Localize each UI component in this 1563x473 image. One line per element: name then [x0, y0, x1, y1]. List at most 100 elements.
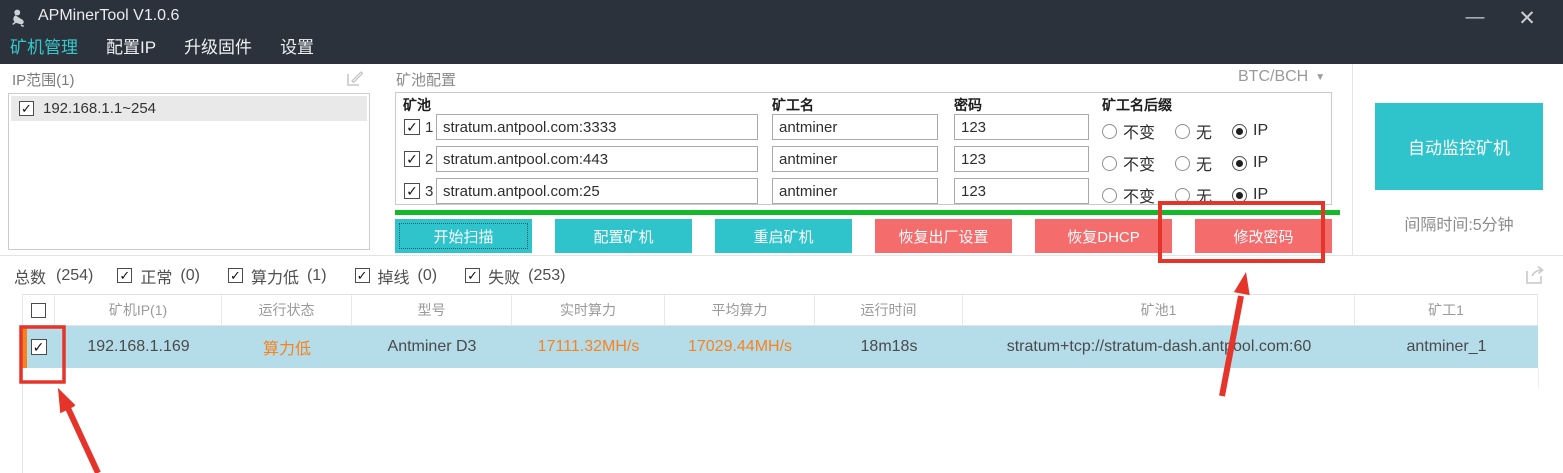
panel-divider — [1352, 64, 1353, 255]
pool1-suffix-unchanged[interactable]: 不变 — [1102, 119, 1155, 143]
pool3-worker-input[interactable] — [772, 178, 938, 204]
select-all-checkbox[interactable] — [31, 302, 46, 318]
table-row[interactable]: 192.168.1.169 算力低 Antminer D3 17111.32MH… — [22, 326, 1538, 368]
edit-ip-range-icon[interactable] — [346, 69, 364, 87]
header-avg-hashrate[interactable]: 平均算力 — [665, 295, 815, 325]
titlebar: APMinerTool V1.0.6 — ✕ — [0, 0, 1563, 36]
pool1-worker-input[interactable] — [772, 114, 938, 140]
filter-low-hashrate-count: (1) — [306, 266, 327, 284]
filter-failed[interactable]: 失败 (253) — [465, 264, 565, 288]
miners-table: 矿机IP(1) 运行状态 型号 实时算力 平均算力 运行时间 矿池1 矿工1 1… — [22, 294, 1538, 368]
pool3-suffix-ip[interactable]: IP — [1232, 186, 1268, 204]
header-worker1[interactable]: 矿工1 — [1355, 295, 1538, 325]
suffix-none-label: 无 — [1196, 125, 1213, 142]
radio-selected-icon[interactable] — [1232, 187, 1248, 203]
filter-normal[interactable]: 正常 (0) — [117, 264, 200, 288]
radio-icon[interactable] — [1102, 123, 1117, 139]
filter-failed-label: 失败 — [488, 269, 521, 287]
filter-offline-count: (0) — [417, 266, 438, 284]
pool-row-3: 3 不变 无 IP — [396, 178, 1333, 207]
pool1-url-input[interactable] — [436, 114, 758, 140]
menu-miner-management[interactable]: 矿机管理 — [10, 36, 78, 60]
select-all-header[interactable] — [22, 295, 55, 325]
pool1-suffix-none[interactable]: 无 — [1175, 119, 1212, 143]
pool2-suffix-ip[interactable]: IP — [1232, 154, 1268, 172]
pool2-url-input[interactable] — [436, 146, 758, 172]
reboot-miner-button[interactable]: 重启矿机 — [715, 219, 852, 253]
pool2-password-input[interactable] — [954, 146, 1089, 172]
pool-row-1: 1 不变 无 IP — [396, 114, 1333, 143]
factory-reset-button[interactable]: 恢复出厂设置 — [875, 219, 1012, 253]
header-miner-ip[interactable]: 矿机IP(1) — [55, 295, 222, 325]
filter-low-hashrate[interactable]: 算力低 (1) — [227, 264, 327, 288]
menu-settings[interactable]: 设置 — [280, 36, 314, 60]
row-status-accent — [22, 326, 27, 368]
radio-selected-icon[interactable] — [1232, 155, 1248, 171]
filter-low-hashrate-checkbox[interactable] — [227, 268, 243, 283]
pool-column-header: 矿池 — [403, 97, 431, 113]
cell-worker1: antminer_1 — [1406, 338, 1487, 355]
cell-realtime-hashrate: 17111.32MH/s — [537, 338, 640, 355]
pool3-suffix-unchanged[interactable]: 不变 — [1102, 183, 1155, 207]
ip-range-item[interactable]: 192.168.1.1~254 — [11, 96, 367, 121]
radio-icon[interactable] — [1102, 187, 1117, 203]
radio-icon[interactable] — [1102, 155, 1117, 171]
pool2-suffix-none[interactable]: 无 — [1175, 151, 1212, 175]
header-model[interactable]: 型号 — [352, 295, 512, 325]
cell-avg-hashrate: 17029.44MH/s — [687, 338, 793, 355]
chevron-down-icon: ▼ — [1315, 71, 1326, 83]
header-pool1[interactable]: 矿池1 — [963, 295, 1355, 325]
filter-normal-checkbox[interactable] — [117, 268, 133, 283]
radio-icon[interactable] — [1175, 187, 1191, 203]
pool2-checkbox[interactable] — [404, 151, 420, 167]
app-logo-icon — [12, 9, 24, 27]
filter-offline[interactable]: 掉线 (0) — [354, 264, 438, 288]
pool2-index: 2 — [425, 151, 434, 168]
ip-range-label: IP范围(1) — [12, 72, 75, 89]
auto-monitor-button[interactable]: 自动监控矿机 — [1375, 103, 1543, 190]
pool-config-title: 矿池配置 — [396, 72, 457, 89]
pool2-suffix-unchanged[interactable]: 不变 — [1102, 151, 1155, 175]
row-checkbox[interactable] — [30, 339, 47, 355]
pool3-checkbox[interactable] — [404, 183, 420, 199]
radio-icon[interactable] — [1175, 123, 1191, 139]
pool1-password-input[interactable] — [954, 114, 1089, 140]
suffix-ip-label: IP — [1253, 122, 1269, 139]
worker-column-header: 矿工名 — [772, 97, 814, 113]
total-label: 总数 — [14, 269, 47, 287]
header-uptime[interactable]: 运行时间 — [815, 295, 963, 325]
ip-range-checkbox[interactable] — [19, 101, 34, 116]
action-button-row: 开始扫描 配置矿机 重启矿机 恢复出厂设置 恢复DHCP 修改密码 — [395, 219, 1332, 253]
suffix-none-label: 无 — [1196, 157, 1213, 174]
export-icon[interactable] — [1523, 263, 1547, 287]
pool1-suffix-ip[interactable]: IP — [1232, 122, 1268, 140]
cell-model: Antminer D3 — [387, 338, 477, 355]
change-password-button[interactable]: 修改密码 — [1195, 219, 1332, 253]
radio-icon[interactable] — [1175, 155, 1191, 171]
table-right-border — [1538, 368, 1539, 388]
start-scan-button[interactable]: 开始扫描 — [395, 219, 532, 253]
pool1-checkbox[interactable] — [404, 119, 420, 135]
pool-config-box: 矿池 矿工名 密码 矿工名后缀 1 不变 无 IP 2 — [395, 92, 1333, 207]
filter-bar: 总数 (254) 正常 (0) 算力低 (1) 掉线 (0) 失败 (253) — [0, 257, 1563, 294]
pool3-password-input[interactable] — [954, 178, 1089, 204]
password-column-header: 密码 — [954, 97, 982, 113]
coin-selector[interactable]: BTC/BCH ▼ — [1238, 68, 1338, 86]
pool2-worker-input[interactable] — [772, 146, 938, 172]
minimize-button[interactable]: — — [1453, 2, 1497, 34]
pool3-suffix-none[interactable]: 无 — [1175, 183, 1212, 207]
configure-miner-button[interactable]: 配置矿机 — [555, 219, 692, 253]
header-run-status[interactable]: 运行状态 — [222, 295, 352, 325]
menu-upgrade-firmware[interactable]: 升级固件 — [184, 36, 252, 60]
suffix-none-label: 无 — [1196, 189, 1213, 206]
restore-dhcp-button[interactable]: 恢复DHCP — [1035, 219, 1172, 253]
close-button[interactable]: ✕ — [1505, 2, 1549, 34]
pool3-url-input[interactable] — [436, 178, 758, 204]
menu-configure-ip[interactable]: 配置IP — [106, 36, 156, 60]
suffix-column-header: 矿工名后缀 — [1102, 97, 1172, 113]
header-realtime-hashrate[interactable]: 实时算力 — [512, 295, 665, 325]
filter-failed-checkbox[interactable] — [465, 268, 481, 283]
radio-selected-icon[interactable] — [1232, 123, 1248, 139]
filter-offline-checkbox[interactable] — [354, 268, 370, 283]
filter-low-hashrate-label: 算力低 — [250, 269, 299, 287]
